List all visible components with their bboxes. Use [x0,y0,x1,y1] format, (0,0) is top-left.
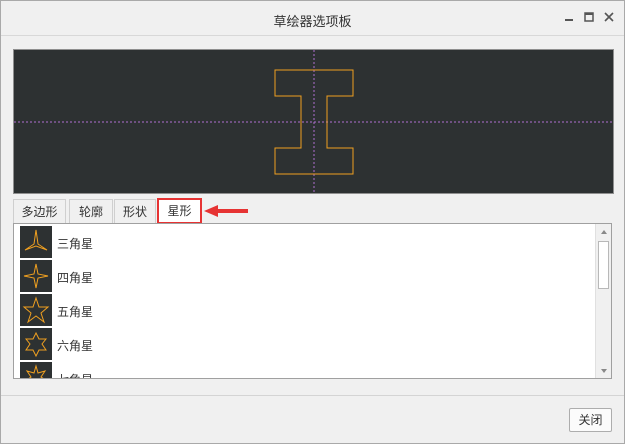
preview-drawing [14,50,613,193]
list-item-label: 七角星 [57,371,93,378]
three-point-star-icon [20,226,52,258]
minimize-icon[interactable] [561,9,577,25]
list-item[interactable]: 七角星 [20,362,590,378]
tab-profile[interactable]: 轮廓 [69,199,113,223]
list-item[interactable]: 六角星 [20,328,590,360]
tab-star[interactable]: 星形 [157,198,202,224]
list-item[interactable]: 五角星 [20,294,590,326]
four-point-star-icon [20,260,52,292]
dialog-window: 草绘器选项板 多边形 轮廓 形状 星形 三角星 四角星 五角星 六角星 关闭 [0,0,625,444]
title-bar[interactable]: 草绘器选项板 [1,1,624,36]
list-item[interactable]: 三角星 [20,226,590,258]
close-icon[interactable] [601,9,617,25]
footer-divider [1,395,624,396]
palette-tabs: 多边形 轮廓 形状 星形 [13,198,613,224]
shape-preview-canvas[interactable] [13,49,614,194]
window-title: 草绘器选项板 [273,15,352,30]
scroll-up-icon[interactable] [596,224,611,239]
close-button[interactable]: 关闭 [569,408,612,432]
scrollbar-thumb[interactable] [598,241,609,289]
vertical-scrollbar[interactable] [595,224,611,378]
tab-polygon[interactable]: 多边形 [13,199,66,223]
list-item-label: 六角星 [57,339,94,353]
list-item-label: 三角星 [57,237,94,251]
annotation-arrow-icon [204,205,248,217]
tab-shape[interactable]: 形状 [114,199,156,223]
list-item[interactable]: 四角星 [20,260,590,292]
six-point-star-icon [20,328,52,360]
scroll-down-icon[interactable] [596,363,611,378]
list-item-label: 五角星 [57,305,94,319]
list-item-label: 四角星 [57,271,94,285]
maximize-icon[interactable] [581,9,597,25]
star-shape-list[interactable]: 三角星 四角星 五角星 六角星 七角星 [13,223,612,379]
seven-point-star-icon [20,362,52,378]
five-point-star-icon [20,294,52,326]
